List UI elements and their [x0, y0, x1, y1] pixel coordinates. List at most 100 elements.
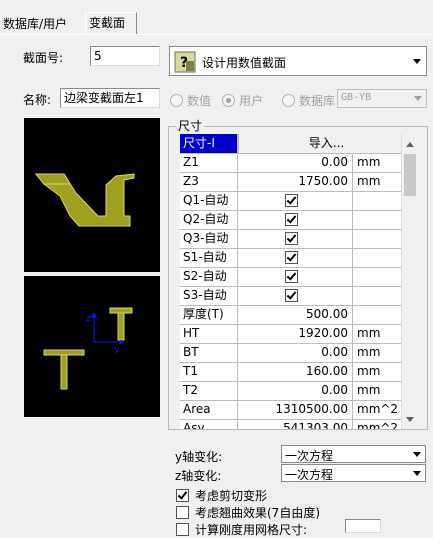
table-row[interactable]: S1-自动: [180, 248, 413, 268]
z-variation-select[interactable]: 一次方程: [281, 464, 426, 482]
mesh-size-label: 计算刚度用网格尺寸:: [195, 523, 308, 537]
row-name: BT: [180, 343, 238, 362]
checkbox-icon[interactable]: [176, 506, 189, 519]
row-name: T2: [180, 381, 238, 400]
chevron-down-icon[interactable]: [409, 48, 425, 74]
auto-checkbox[interactable]: [285, 194, 298, 207]
mesh-size-checkbox[interactable]: 计算刚度用网格尺寸:: [176, 521, 307, 538]
row-name: S3-自动: [180, 286, 238, 305]
row-name: S1-自动: [180, 248, 238, 267]
table-row[interactable]: T1 160.00 mm: [180, 362, 413, 382]
radio-database-label: 数据库: [299, 94, 336, 108]
table-row[interactable]: S2-自动: [180, 267, 413, 287]
row-value[interactable]: 1310500.00: [238, 400, 353, 419]
table-row[interactable]: BT 0.00 mm: [180, 343, 413, 363]
row-value[interactable]: 0.00: [238, 153, 353, 172]
table-row[interactable]: HT 1920.00 mm: [180, 324, 413, 344]
y-variation-select[interactable]: 一次方程: [281, 445, 426, 463]
chevron-down-icon[interactable]: [409, 466, 424, 480]
row-value[interactable]: 500.00: [238, 305, 353, 324]
dimensions-group-title: 尺寸: [176, 119, 205, 133]
name-input[interactable]: 边梁变截面左1: [60, 88, 160, 108]
import-button[interactable]: 导入...: [238, 134, 414, 153]
row-auto[interactable]: [238, 229, 353, 248]
radio-numeric[interactable]: 数值: [170, 92, 211, 109]
svg-text:y: y: [114, 345, 120, 355]
scroll-up-icon[interactable]: [402, 136, 418, 152]
y-variation-value: 一次方程: [285, 449, 334, 463]
chevron-down-icon[interactable]: [409, 447, 424, 461]
section-axis-drawing: z y: [43, 307, 133, 390]
chevron-down-icon[interactable]: [410, 91, 425, 106]
database-select-value: GB-YB: [341, 92, 372, 103]
checkbox-icon[interactable]: [176, 489, 189, 502]
table-row[interactable]: S3-自动: [180, 286, 413, 306]
section-number-label: 截面号:: [23, 51, 64, 65]
svg-text:z: z: [86, 314, 91, 324]
y-variation-label: y轴变化:: [175, 450, 223, 464]
table-row[interactable]: Z3 1750.00 mm: [180, 172, 413, 192]
row-auto[interactable]: [238, 191, 353, 210]
database-select[interactable]: GB-YB: [337, 89, 427, 108]
row-auto[interactable]: [238, 286, 353, 305]
row-value[interactable]: 541303.00: [238, 419, 353, 429]
row-value[interactable]: 1920.00: [238, 324, 353, 343]
section-preview-i: [24, 118, 160, 272]
table-row[interactable]: T2 0.00 mm: [180, 381, 413, 401]
name-label: 名称:: [23, 93, 52, 107]
row-name: S2-自动: [180, 267, 238, 286]
radio-user[interactable]: 用户: [222, 92, 263, 109]
section-shape-drawing: [34, 173, 135, 227]
warping-effect-checkbox[interactable]: 考虑翘曲效果(7自由度): [176, 504, 320, 521]
design-section-icon: ?: [174, 51, 196, 73]
tab-variable-section[interactable]: 变截面: [85, 12, 137, 34]
row-name: Q2-自动: [180, 210, 238, 229]
table-row[interactable]: Q1-自动: [180, 191, 413, 211]
shear-deformation-checkbox[interactable]: 考虑剪切变形: [176, 487, 267, 504]
row-auto[interactable]: [238, 267, 353, 286]
section-type-value: 设计用数值截面: [202, 56, 287, 70]
row-value[interactable]: 0.00: [238, 381, 353, 400]
table-row[interactable]: Z1 0.00 mm: [180, 153, 413, 173]
section-type-select[interactable]: ? 设计用数值截面: [169, 46, 427, 76]
row-value[interactable]: 160.00: [238, 362, 353, 381]
row-name: Q3-自动: [180, 229, 238, 248]
row-name: Q1-自动: [180, 191, 238, 210]
radio-user-label: 用户: [239, 94, 264, 108]
auto-checkbox[interactable]: [285, 251, 298, 264]
auto-checkbox[interactable]: [285, 213, 298, 226]
warping-effect-label: 考虑翘曲效果(7自由度): [195, 506, 320, 520]
dimensions-grid[interactable]: 尺寸-I 导入... Z1 0.00 mm Z3 1750.00 mm Q1-自动 Q2-自动…: [180, 134, 417, 429]
radio-database[interactable]: 数据库: [282, 92, 335, 109]
table-row[interactable]: Area 1310500.00 mm^2: [180, 400, 413, 420]
z-variation-value: 一次方程: [285, 468, 334, 482]
grid-header-dimension[interactable]: 尺寸-I: [180, 134, 238, 153]
table-row[interactable]: 厚度(T) 500.00: [180, 305, 413, 325]
section-preview-axes: z y: [24, 276, 160, 417]
table-row[interactable]: Asy 541303.00 mm^2: [180, 419, 413, 429]
radio-numeric-label: 数值: [187, 94, 212, 108]
table-row[interactable]: Q2-自动: [180, 210, 413, 230]
z-variation-label: z轴变化:: [175, 469, 222, 483]
row-auto[interactable]: [238, 210, 353, 229]
table-row[interactable]: Q3-自动: [180, 229, 413, 249]
auto-checkbox[interactable]: [285, 289, 298, 302]
row-name: 厚度(T): [180, 305, 238, 324]
checkbox-icon[interactable]: [176, 523, 189, 536]
row-value[interactable]: 0.00: [238, 343, 353, 362]
row-name: Z3: [180, 172, 238, 191]
auto-checkbox[interactable]: [285, 232, 298, 245]
tab-divider: [0, 34, 433, 35]
row-name: Area: [180, 400, 238, 419]
tab-database-user[interactable]: 数据库/用户: [0, 14, 84, 36]
grid-scrollbar[interactable]: [401, 134, 417, 429]
scroll-down-icon[interactable]: [402, 411, 418, 427]
row-auto[interactable]: [238, 248, 353, 267]
scroll-thumb[interactable]: [404, 154, 416, 196]
grid-header-row: 尺寸-I 导入...: [180, 134, 414, 154]
auto-checkbox[interactable]: [285, 270, 298, 283]
row-value[interactable]: 1750.00: [238, 172, 353, 191]
mesh-size-input[interactable]: [345, 519, 381, 533]
section-number-input[interactable]: 5: [90, 46, 160, 66]
shear-deformation-label: 考虑剪切变形: [195, 489, 268, 503]
